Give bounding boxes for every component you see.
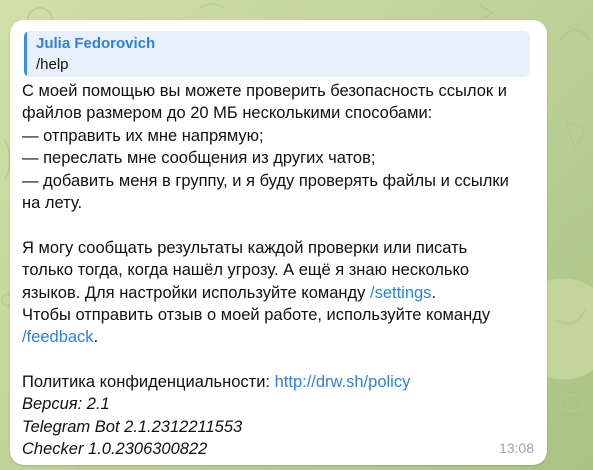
- punctuation: .: [93, 328, 99, 347]
- message-line-text: языков. Для настройки используйте команд…: [22, 283, 370, 302]
- message-line: /feedback.: [22, 326, 534, 348]
- message-line: Чтобы отправить отзыв о моей работе, исп…: [22, 305, 491, 324]
- message-text: С моей помощью вы можете проверить безоп…: [22, 80, 534, 461]
- message-line: С моей помощью вы можете проверить безоп…: [22, 82, 507, 100]
- bot-version-line: Telegram Bot 2.1.2312211553: [22, 417, 243, 436]
- settings-command-link[interactable]: /settings: [370, 284, 431, 302]
- message-line: — добавить меня в группу, и я буду прове…: [22, 171, 509, 190]
- reply-text: /help: [36, 56, 69, 73]
- message-line: Политика конфиденциальности: http://drw.…: [22, 371, 534, 393]
- message-timestamp: 13:08: [498, 440, 534, 456]
- message-line: — отправить их мне напрямую;: [22, 126, 264, 145]
- policy-link[interactable]: http://drw.sh/policy: [275, 373, 411, 391]
- punctuation: .: [431, 283, 437, 302]
- feedback-command-link[interactable]: /feedback: [22, 328, 94, 346]
- message-line: Я могу сообщать результаты каждой провер…: [22, 238, 468, 257]
- message-line: файлов размером до 20 МБ несколькими спо…: [22, 104, 433, 123]
- message-line-text: Политика конфиденциальности:: [22, 373, 275, 392]
- reply-quote[interactable]: Julia Fedorovich /help: [24, 31, 530, 77]
- version-line: Версия: 2.1: [22, 395, 110, 414]
- reply-author: Julia Fedorovich: [36, 35, 156, 52]
- message-line: языков. Для настройки используйте команд…: [22, 282, 534, 304]
- message-line: только тогда, когда нашёл угрозу. А ещё …: [22, 261, 470, 280]
- reply-accent-bar: [24, 31, 27, 77]
- message-line: на лету.: [22, 193, 83, 212]
- message-line: — переслать мне сообщения из других чато…: [22, 149, 376, 168]
- checker-version-line: Checker 1.0.2306300822: [22, 440, 208, 459]
